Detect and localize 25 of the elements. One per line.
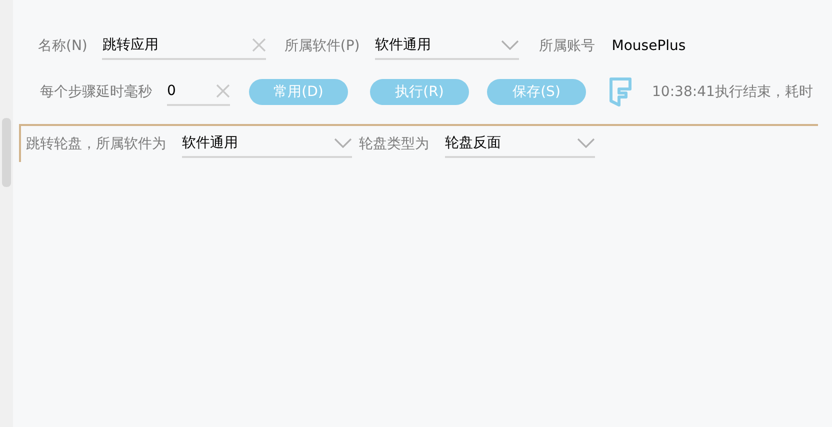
- field-value: 跳转应用: [102, 36, 158, 54]
- field-label: 所属软件(P): [284, 36, 360, 56]
- delay-field[interactable]: 0: [167, 78, 230, 106]
- field-value: 0: [167, 82, 176, 100]
- clear-icon[interactable]: [252, 38, 266, 52]
- chevron-down-icon[interactable]: [577, 138, 595, 148]
- field-label: 所属账号: [538, 36, 595, 56]
- account-value: MousePlus: [612, 36, 686, 56]
- wheel-type-dropdown[interactable]: 轮盘反面: [445, 130, 595, 158]
- selected-value: 软件通用: [374, 36, 431, 54]
- field-label: 轮盘类型为: [359, 134, 429, 154]
- selected-value: 软件通用: [182, 134, 238, 152]
- software-dropdown[interactable]: 软件通用: [374, 32, 519, 60]
- logo-icon[interactable]: [609, 77, 632, 107]
- name-field[interactable]: 跳转应用: [102, 32, 266, 60]
- field-label: 每个步骤延时毫秒: [40, 82, 152, 102]
- status-text: 10:38:41执行结束，耗时: [652, 82, 813, 102]
- chevron-down-icon[interactable]: [500, 40, 519, 50]
- clear-icon[interactable]: [216, 84, 230, 98]
- chevron-down-icon[interactable]: [334, 138, 352, 148]
- field-label: 跳转轮盘，所属软件为: [26, 134, 166, 154]
- field-label: 名称(N): [38, 36, 88, 56]
- selected-value: 轮盘反面: [445, 134, 501, 152]
- software-dropdown[interactable]: 软件通用: [182, 130, 352, 158]
- scrollbar-thumb[interactable]: [2, 118, 11, 187]
